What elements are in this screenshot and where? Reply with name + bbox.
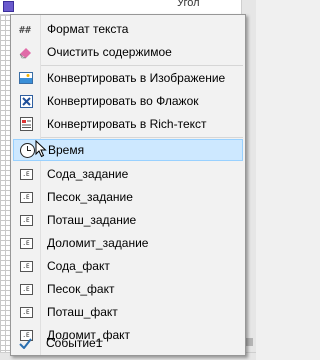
property-label: Угол bbox=[177, 0, 200, 9]
menu-separator bbox=[41, 65, 243, 66]
menu-item-field-sand-fact[interactable]: .E Песок_факт bbox=[13, 278, 243, 300]
menu-item-time[interactable]: Время bbox=[13, 139, 243, 161]
menu-item-field-sand-task[interactable]: .E Песок_задание bbox=[13, 186, 243, 208]
field-icon: .E bbox=[13, 283, 39, 295]
menu-item-clear-contents[interactable]: Очистить содержимое bbox=[13, 41, 243, 63]
menu-item-convert-checkbox[interactable]: Конвертировать во Флажок bbox=[13, 90, 243, 112]
field-icon: .E bbox=[13, 191, 39, 203]
checkbox-icon bbox=[13, 94, 39, 108]
designer-toolbar-strip: Угол bbox=[0, 0, 256, 15]
menu-item-field-potash-fact[interactable]: .E Поташ_факт bbox=[13, 301, 243, 323]
menu-item-field-soda-fact[interactable]: .E Сода_факт bbox=[13, 255, 243, 277]
menu-item-convert-image[interactable]: Конвертировать в Изображение bbox=[13, 67, 243, 89]
designer-grid bbox=[0, 0, 10, 359]
selected-object-marker bbox=[3, 1, 14, 12]
menu-item-event1[interactable]: Событие1 bbox=[12, 332, 242, 354]
field-icon: .E bbox=[13, 306, 39, 318]
scroll-down-icon[interactable] bbox=[245, 338, 253, 346]
field-icon: .E bbox=[13, 260, 39, 272]
eraser-icon bbox=[13, 45, 39, 59]
field-icon: .E bbox=[13, 214, 39, 226]
menu-item-field-dolomite-task[interactable]: .E Доломит_задание bbox=[13, 232, 243, 254]
rich-text-icon bbox=[13, 117, 39, 131]
menu-separator bbox=[41, 137, 243, 138]
mouse-cursor-icon bbox=[35, 139, 47, 161]
context-menu: ## Формат текста Очистить содержимое Кон… bbox=[10, 14, 246, 356]
check-icon bbox=[12, 337, 38, 349]
field-icon: .E bbox=[13, 168, 39, 180]
field-icon: .E bbox=[13, 237, 39, 249]
text-format-icon: ## bbox=[13, 23, 39, 35]
menu-item-field-soda-task[interactable]: .E Сода_задание bbox=[13, 163, 243, 185]
menu-item-field-potash-task[interactable]: .E Поташ_задание bbox=[13, 209, 243, 231]
menu-item-text-format[interactable]: ## Формат текста bbox=[13, 18, 243, 40]
menu-item-convert-rich-text[interactable]: Конвертировать в Rich-текст bbox=[13, 113, 243, 135]
svg-text:##: ## bbox=[19, 25, 31, 35]
image-icon bbox=[13, 72, 39, 84]
